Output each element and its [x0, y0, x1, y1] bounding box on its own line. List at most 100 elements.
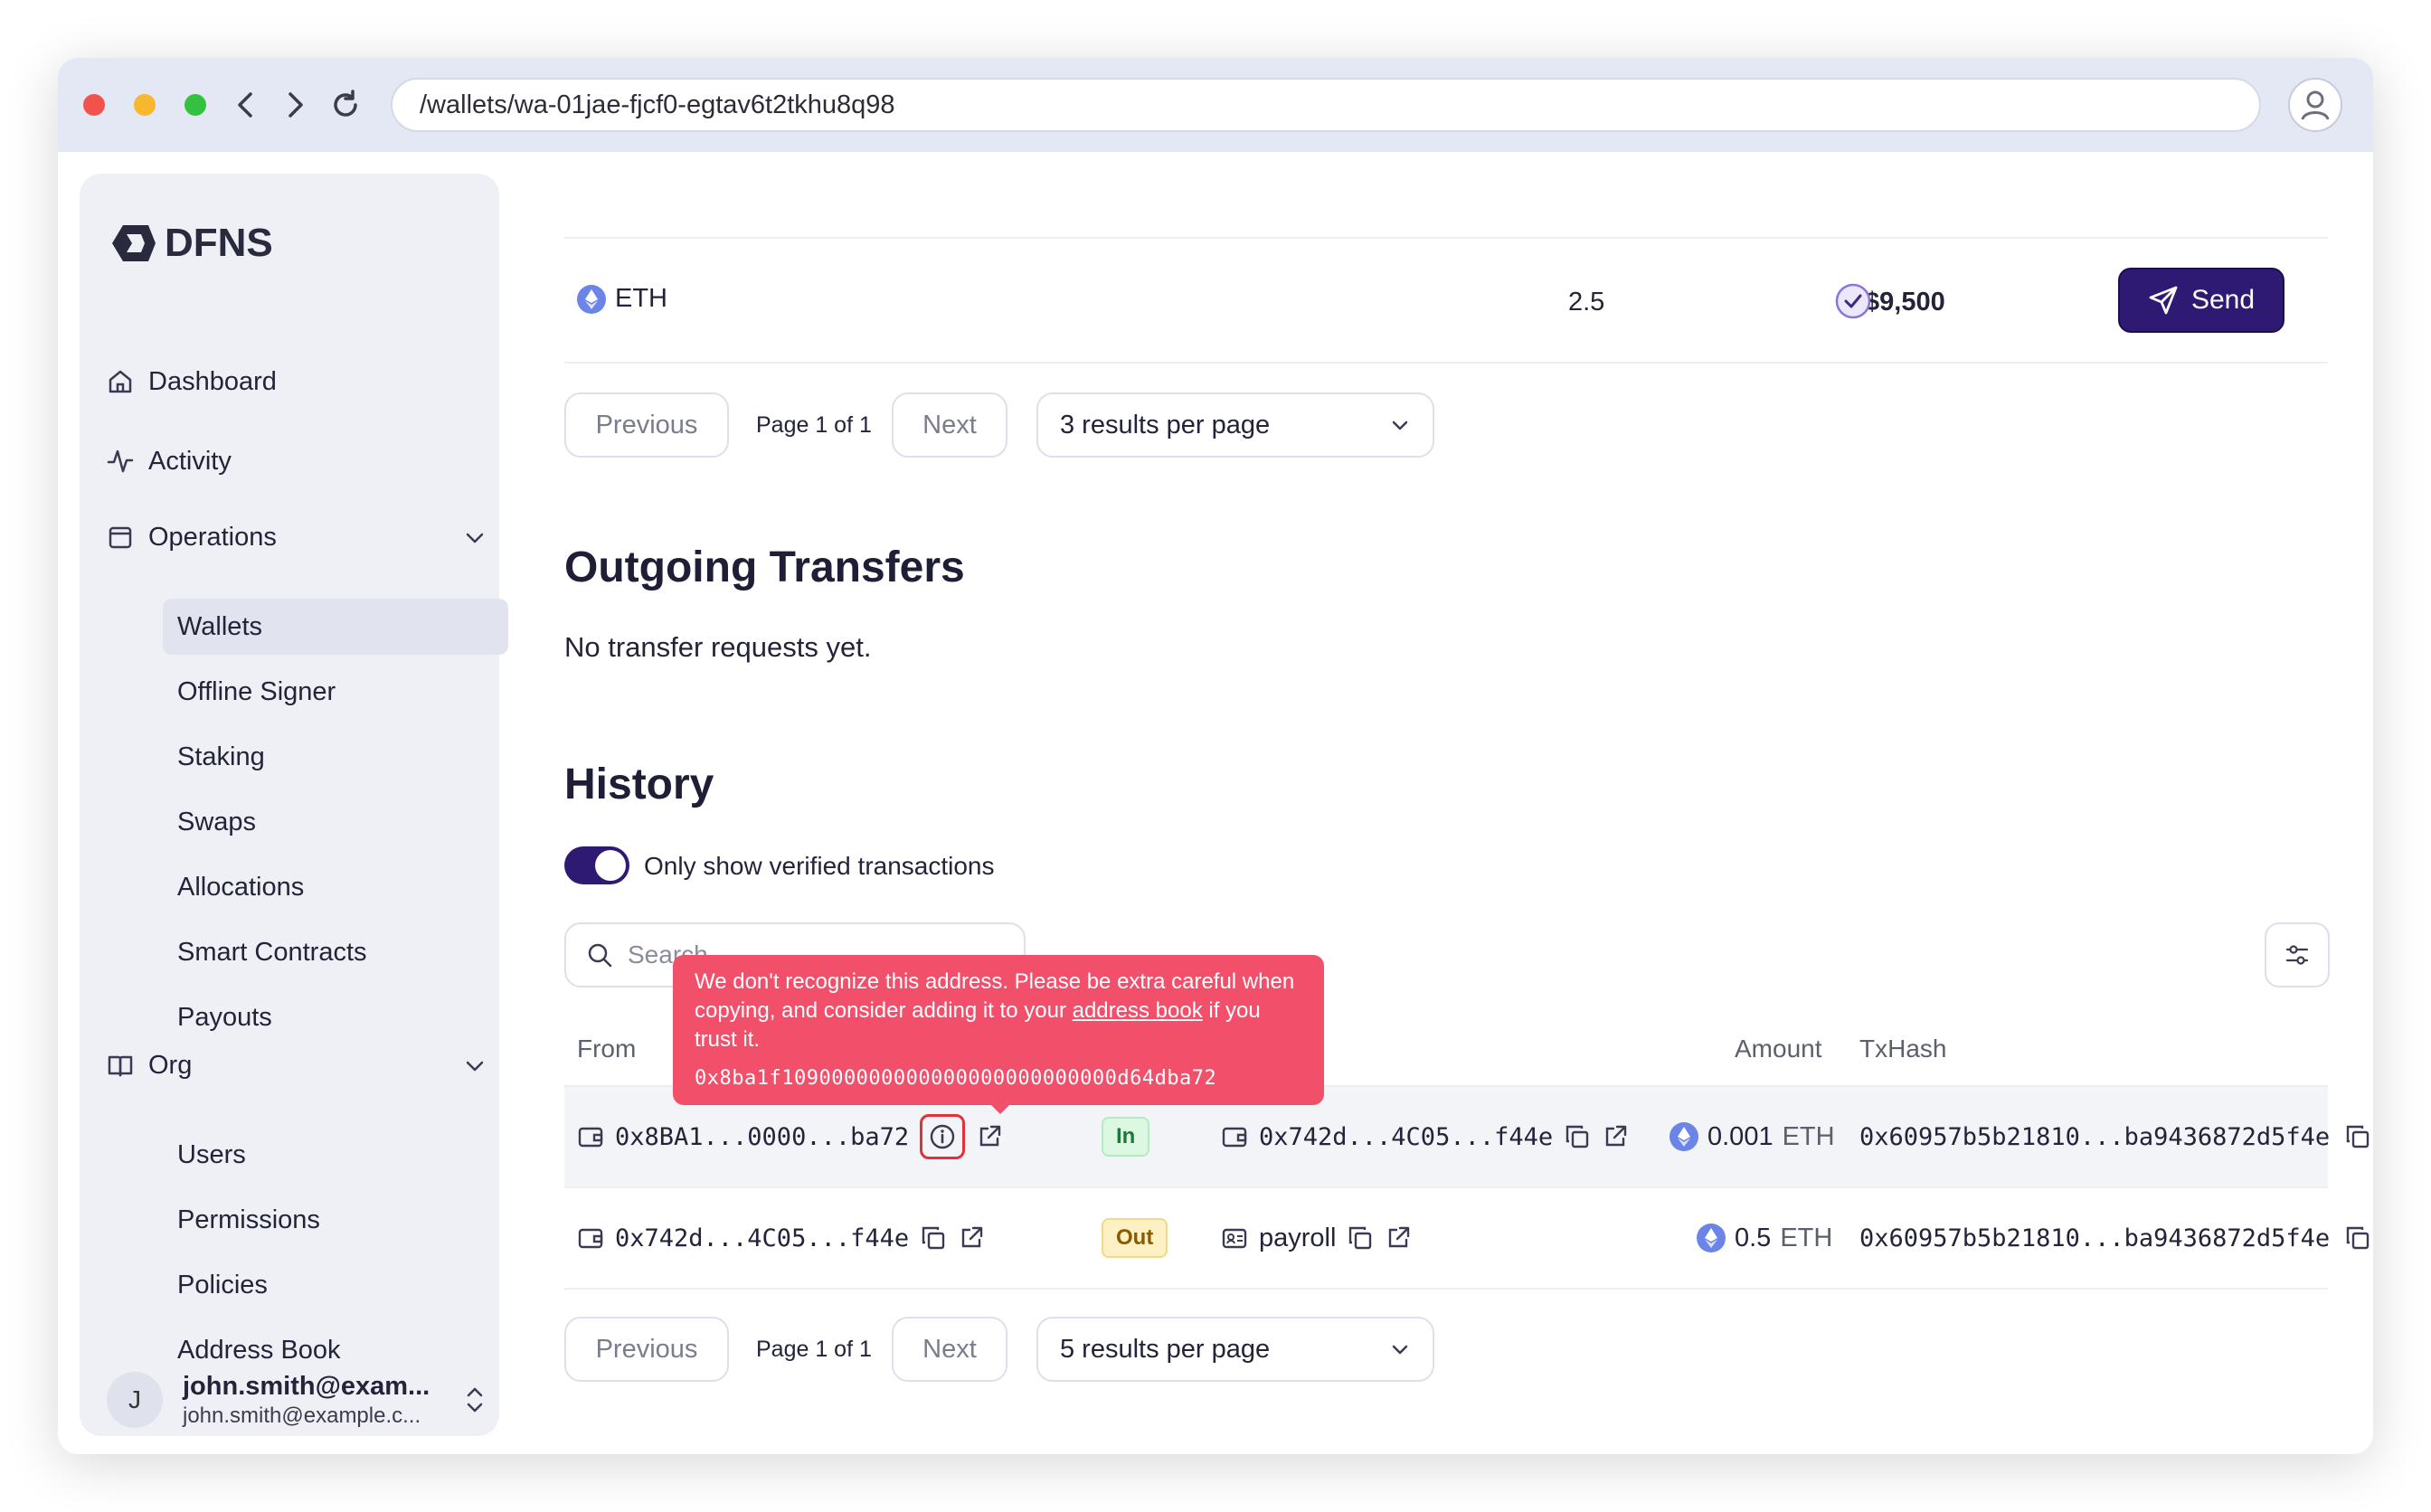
- txhash-value: 0x60957b5b21810...ba9436872d5f4e: [1859, 1122, 2331, 1151]
- browser-chrome: /wallets/wa-01jae-fjcf0-egtav6t2tkhu8q98: [58, 58, 2373, 152]
- history-previous-button[interactable]: Previous: [564, 1317, 729, 1382]
- history-next-button[interactable]: Next: [892, 1317, 1007, 1382]
- divider: [564, 237, 2328, 239]
- main-content: ETH 2.5 $9,500 Send Previous Page 1 of 1…: [564, 152, 2370, 1454]
- sidebar-item-org[interactable]: Org: [107, 1038, 192, 1092]
- eth-icon: [577, 284, 606, 314]
- assets-previous-button[interactable]: Previous: [564, 392, 729, 458]
- chevron-down-icon: [1392, 1345, 1408, 1355]
- back-button[interactable]: [226, 83, 266, 127]
- txhash-cell: 0x60957b5b21810...ba9436872d5f4e: [1859, 1087, 2371, 1186]
- minimize-window-button[interactable]: [134, 94, 156, 116]
- asset-symbol-text: ETH: [615, 284, 667, 313]
- sidebar-item-label: Org: [148, 1050, 193, 1080]
- sidebar-item-smart-contracts[interactable]: Smart Contracts: [163, 924, 508, 980]
- reload-button[interactable]: [326, 83, 365, 127]
- from-cell: 0x742d...4C05...f44e: [577, 1188, 985, 1288]
- logo-text: DFNS: [165, 221, 273, 265]
- chevron-updown-icon: [467, 1387, 483, 1413]
- history-per-page-select[interactable]: 5 results per page: [1036, 1317, 1434, 1382]
- forward-button[interactable]: [275, 83, 315, 127]
- contact-card-icon: [1222, 1228, 1247, 1249]
- calendar-icon: [109, 526, 132, 549]
- chevron-down-icon[interactable]: [463, 526, 487, 550]
- txhash-value: 0x60957b5b21810...ba9436872d5f4e: [1859, 1224, 2331, 1252]
- sidebar-item-staking[interactable]: Staking: [163, 729, 508, 785]
- unknown-address-info-button[interactable]: [920, 1114, 966, 1159]
- copy-icon[interactable]: [1347, 1224, 1374, 1252]
- sidebar-item-label: Activity: [148, 446, 232, 476]
- external-link-icon[interactable]: [1602, 1123, 1629, 1150]
- sidebar-item-label: Operations: [148, 522, 277, 552]
- sliders-icon: [2285, 945, 2309, 965]
- address-bar[interactable]: /wallets/wa-01jae-fjcf0-egtav6t2tkhu8q98: [391, 78, 2261, 132]
- verified-only-toggle[interactable]: [564, 846, 629, 884]
- copy-icon[interactable]: [920, 1224, 947, 1252]
- send-button-label: Send: [2190, 285, 2256, 315]
- avatar: J: [107, 1372, 163, 1428]
- user-menu[interactable]: J john.smith@exam... john.smith@example.…: [107, 1366, 487, 1434]
- sidebar-item-dashboard[interactable]: Dashboard: [107, 354, 277, 409]
- filter-button[interactable]: [2265, 922, 2330, 988]
- to-address: 0x742d...4C05...f44e: [1259, 1122, 1554, 1151]
- sidebar-item-operations[interactable]: Operations: [107, 510, 277, 564]
- reload-icon: [334, 90, 357, 117]
- column-header-from: From: [577, 1035, 637, 1063]
- close-window-button[interactable]: [83, 94, 105, 116]
- assets-next-button[interactable]: Next: [892, 392, 1007, 458]
- sidebar-item-payouts[interactable]: Payouts: [163, 989, 508, 1045]
- browser-profile-button[interactable]: [2288, 78, 2342, 132]
- sidebar-item-permissions[interactable]: Permissions: [163, 1192, 508, 1248]
- assets-per-page-select[interactable]: 3 results per page: [1036, 392, 1434, 458]
- chevron-down-icon: [1392, 421, 1408, 430]
- txhash-cell: 0x60957b5b21810...ba9436872d5f4e: [1859, 1188, 2371, 1288]
- tooltip-message: We don't recognize this address. Please …: [695, 968, 1302, 1054]
- history-page-indicator: Page 1 of 1: [756, 1337, 872, 1362]
- home-icon: [109, 370, 132, 393]
- user-name: john.smith@exam...: [183, 1371, 430, 1401]
- toggle-knob: [595, 850, 626, 881]
- wallet-icon: [578, 1127, 603, 1148]
- send-button[interactable]: Send: [2118, 268, 2284, 333]
- outgoing-transfers-title: Outgoing Transfers: [564, 543, 965, 591]
- verified-only-label: Only show verified transactions: [644, 852, 995, 880]
- dfns-logo[interactable]: DFNS: [109, 221, 273, 266]
- book-icon: [108, 1055, 133, 1077]
- from-address: 0x742d...4C05...f44e: [615, 1224, 910, 1252]
- amount-value: 0.001: [1707, 1121, 1774, 1151]
- sidebar-item-wallets[interactable]: Wallets: [163, 599, 508, 655]
- external-link-icon[interactable]: [958, 1224, 985, 1252]
- copy-icon[interactable]: [2344, 1123, 2371, 1150]
- sidebar-item-offline-signer[interactable]: Offline Signer: [163, 664, 508, 720]
- sidebar-item-swaps[interactable]: Swaps: [163, 794, 508, 850]
- tooltip-full-address: 0x8ba1f109000000000000000000000000d64dba…: [695, 1067, 1217, 1090]
- sidebar-item-allocations[interactable]: Allocations: [163, 859, 508, 915]
- eth-icon: [1670, 1122, 1698, 1151]
- outgoing-empty-text: No transfer requests yet.: [564, 631, 872, 663]
- sidebar-item-users[interactable]: Users: [163, 1127, 508, 1183]
- sidebar-item-activity[interactable]: Activity: [107, 434, 232, 488]
- assets-page-indicator: Page 1 of 1: [756, 412, 872, 438]
- from-address: 0x8BA1...0000...ba72: [615, 1122, 910, 1151]
- asset-balance: 2.5: [1568, 288, 1605, 317]
- external-link-icon[interactable]: [976, 1123, 1003, 1150]
- user-email: john.smith@example.c...: [183, 1403, 421, 1428]
- sidebar: DFNS Dashboard Activity Operations Walle…: [80, 174, 508, 1436]
- assets-per-page-value: 3 results per page: [1060, 410, 1271, 439]
- maximize-window-button[interactable]: [184, 94, 206, 116]
- chevron-right-icon: [289, 92, 303, 118]
- address-book-link[interactable]: address book: [1073, 998, 1203, 1023]
- copy-icon[interactable]: [1564, 1123, 1591, 1150]
- verified-check-icon: [1835, 283, 1871, 319]
- dfns-logo-icon: [112, 225, 156, 261]
- wallet-icon: [578, 1228, 603, 1249]
- table-row[interactable]: 0x742d...4C05...f44e Out payroll 0.5 ETH…: [564, 1188, 2370, 1288]
- divider: [564, 362, 2328, 364]
- copy-icon[interactable]: [2344, 1224, 2371, 1252]
- chevron-down-icon[interactable]: [463, 1054, 487, 1078]
- external-link-icon[interactable]: [1385, 1224, 1412, 1252]
- sidebar-item-policies[interactable]: Policies: [163, 1257, 508, 1313]
- user-info: john.smith@exam... john.smith@example.c.…: [183, 1372, 443, 1429]
- unknown-address-tooltip: We don't recognize this address. Please …: [673, 955, 1324, 1105]
- history-title: History: [564, 761, 714, 808]
